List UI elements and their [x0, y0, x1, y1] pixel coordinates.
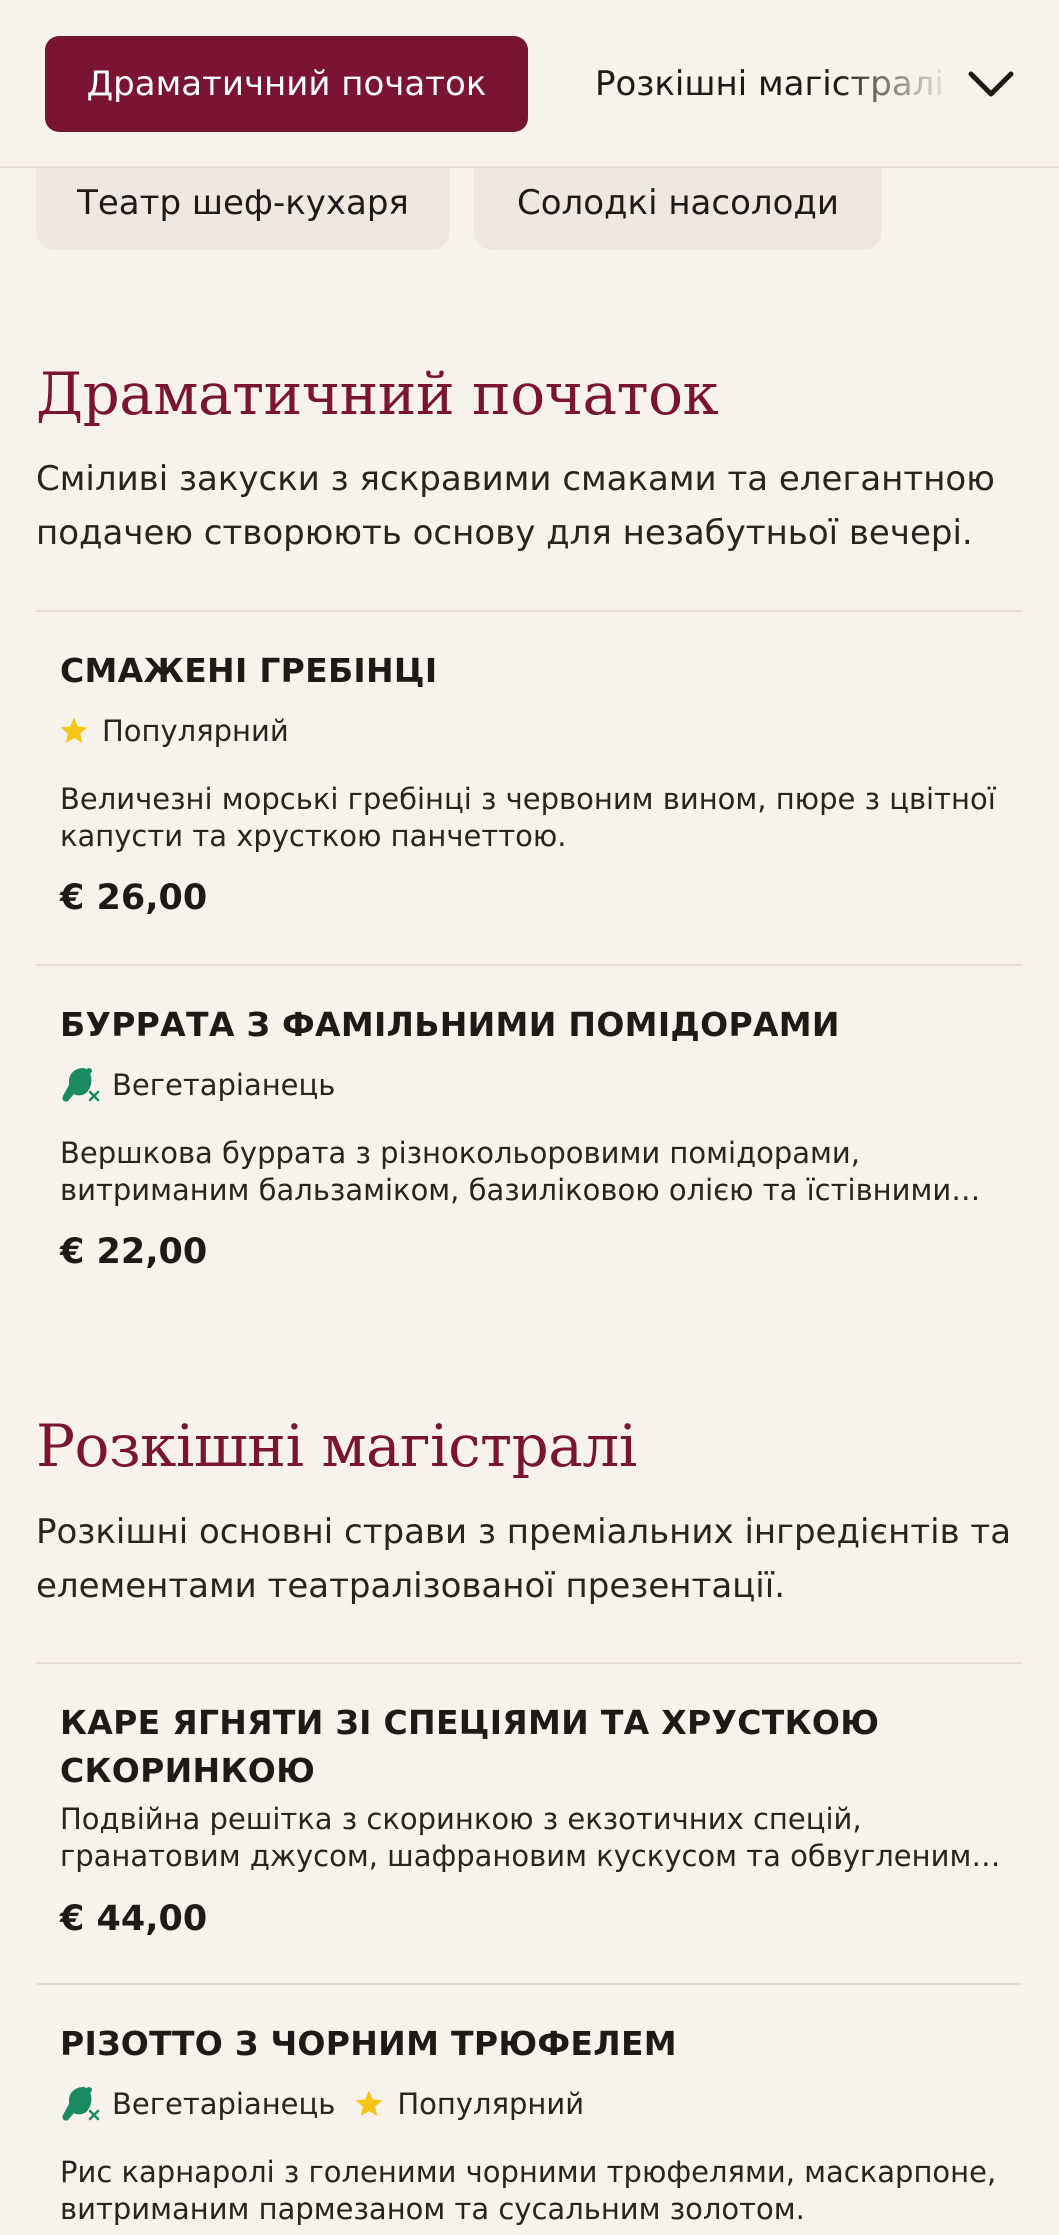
category-nav: Драматичний початок Розкішні магістралі — [0, 0, 1059, 168]
item-tags: Популярний — [58, 711, 289, 751]
section-description: Сміливі закуски з яскравими смаками та е… — [36, 459, 995, 553]
menu-item-price: € 22,00 — [60, 1232, 208, 1272]
tag-label: Вегетаріанець — [112, 2087, 336, 2121]
tag-label: Популярний — [102, 714, 289, 748]
divider — [36, 610, 1022, 612]
menu-item-description: Рис карнаролі з голеними чорними трюфеля… — [60, 2155, 997, 2226]
divider — [36, 1983, 1022, 1985]
tag-vegetarian: Вегетаріанець — [58, 1065, 335, 1105]
tag-popular: Популярний — [353, 2087, 584, 2121]
menu-item-name: КАРЕ ЯГНЯТИ ЗІ СПЕЦІЯМИ ТА ХРУСТКОЮ СКОР… — [60, 1703, 880, 1790]
menu-item-description: Подвійна решітка з скоринкою з екзотични… — [60, 1802, 991, 1873]
chip-chef-theatre[interactable]: Театр шеф-кухаря — [36, 166, 450, 250]
divider — [36, 1662, 1022, 1664]
tag-label: Популярний — [397, 2087, 585, 2121]
star-icon — [60, 717, 88, 743]
star-icon — [356, 2090, 383, 2116]
menu-item-description: Вершкова буррата з різнокольоровими помі… — [60, 1136, 952, 1207]
divider — [36, 964, 1022, 966]
section-title: Розкішні магістралі — [36, 1412, 637, 1480]
menu-page: Драматичний початок Розкішні магістралі … — [0, 0, 1059, 2235]
vegetarian-leg-icon — [62, 2087, 100, 2121]
tag-popular: Популярний — [58, 714, 289, 748]
vegetarian-leg-icon — [62, 1068, 100, 1102]
menu-item-name: БУРРАТА З ФАМІЛЬНИМИ ПОМІДОРАМИ — [60, 1005, 840, 1044]
menu-item-description: Величезні морські гребінці з червоним ви… — [60, 782, 996, 853]
item-tags: Вегетаріанець Популярний — [58, 2084, 584, 2124]
chip-sweet-delights[interactable]: Солодкі насолоди — [474, 166, 882, 250]
tag-label: Вегетаріанець — [112, 1068, 336, 1102]
menu-item-name: РІЗОТТО З ЧОРНИМ ТРЮФЕЛЕМ — [60, 2024, 677, 2063]
tab-scroll-fade — [835, 36, 975, 132]
section-title: Драматичний початок — [36, 360, 719, 428]
section-description: Розкішні основні страви з преміальних ін… — [36, 1512, 1012, 1606]
menu-item-price: € 44,00 — [60, 1899, 208, 1939]
tag-vegetarian: Вегетаріанець — [58, 2084, 335, 2124]
chevron-down-icon[interactable] — [963, 56, 1019, 112]
menu-item-name: СМАЖЕНІ ГРЕБІНЦІ — [60, 651, 438, 690]
item-tags: Вегетаріанець — [58, 1065, 335, 1105]
tab-dramatic-start[interactable]: Драматичний початок — [45, 36, 528, 132]
menu-item-price: € 26,00 — [60, 878, 208, 918]
